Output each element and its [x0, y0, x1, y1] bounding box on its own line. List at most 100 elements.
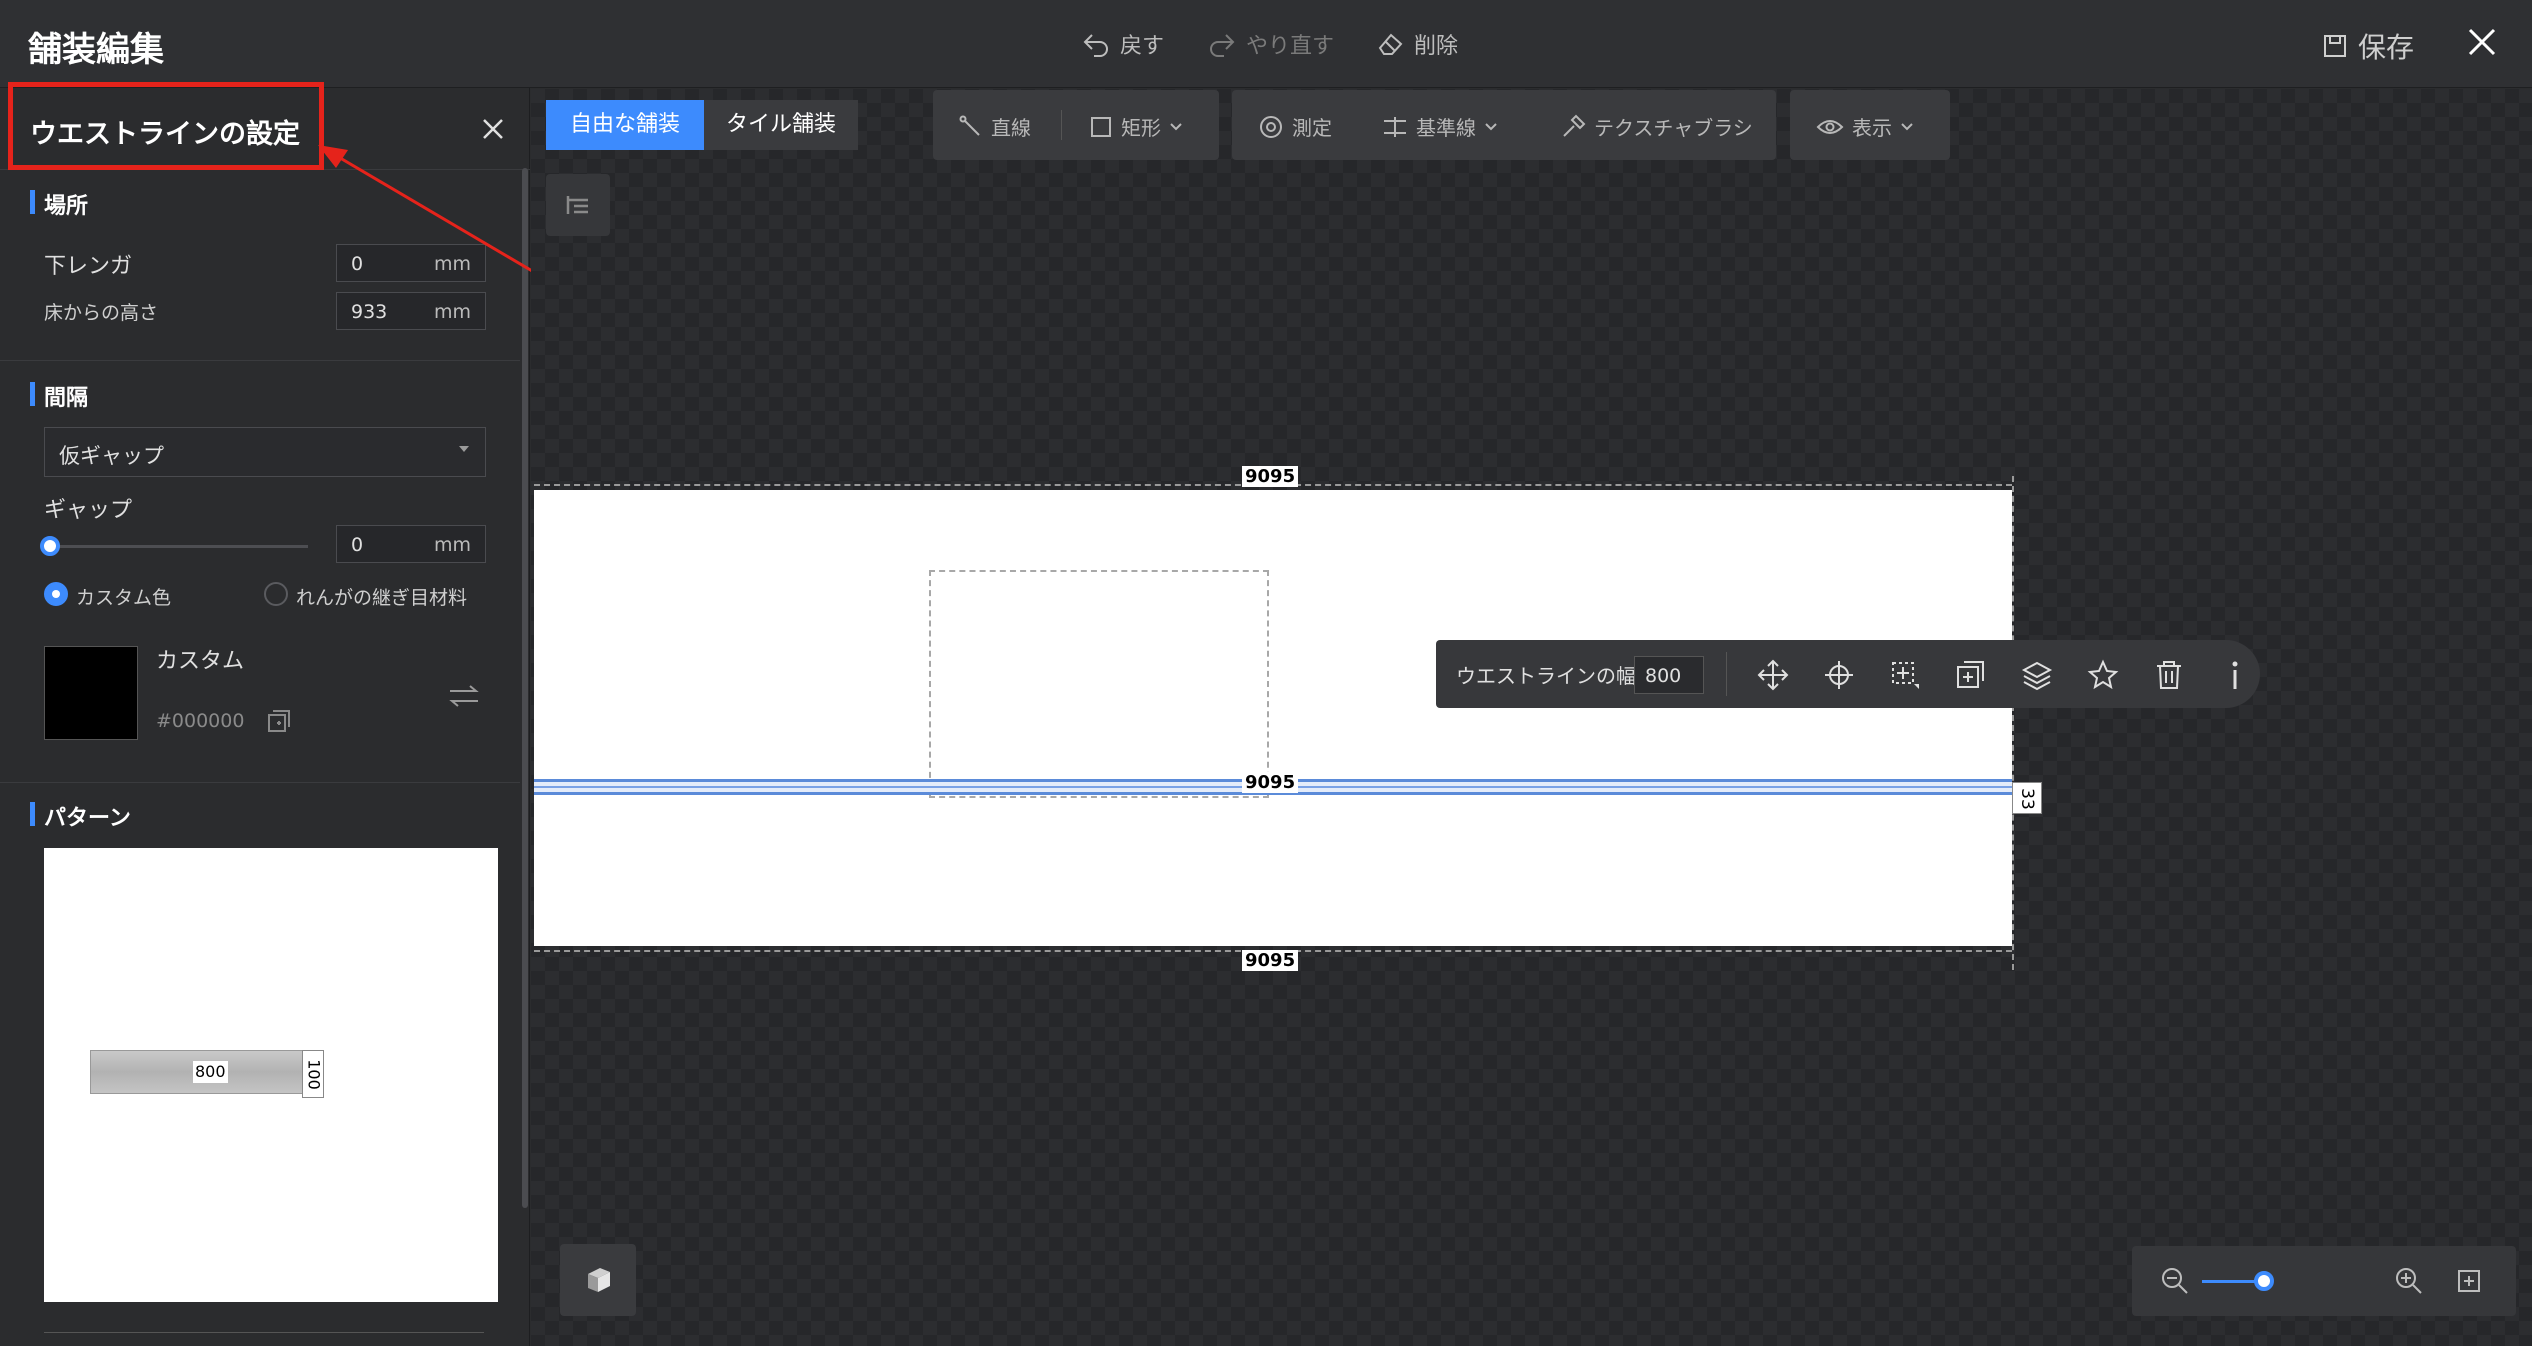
display-toggle[interactable]: 表示	[1816, 112, 1914, 141]
display-tool-group: 表示	[1790, 90, 1950, 160]
baseline-icon	[1384, 116, 1406, 137]
crosshair-icon[interactable]	[1822, 658, 1856, 692]
move-icon[interactable]	[1756, 658, 1790, 692]
texture-brush-label: テクスチャブラシ	[1594, 116, 1753, 140]
right-mid-label: 33	[2012, 782, 2042, 814]
waistline-width-input[interactable]: 800	[1634, 656, 1704, 694]
gap-slider-thumb[interactable]	[40, 536, 60, 556]
color-name: カスタム	[156, 649, 245, 674]
radio-custom-color[interactable]	[44, 582, 68, 606]
zoom-slider-track[interactable]	[2202, 1280, 2260, 1283]
brick-height-label: 100	[302, 1050, 324, 1098]
save-label: 保存	[2358, 31, 2415, 64]
rectangle-icon	[1091, 116, 1111, 137]
close-icon[interactable]	[2462, 22, 2502, 62]
selection-toolbar: ウエストラインの幅 800	[1436, 640, 2260, 708]
copy-icon[interactable]	[266, 708, 292, 734]
rect-tool[interactable]: 矩形	[1089, 112, 1183, 141]
select-area-icon[interactable]	[1888, 658, 1922, 692]
gap-type-select[interactable]: 仮ギャップ	[44, 427, 486, 477]
radio-joint-material[interactable]	[264, 582, 288, 606]
floor-height-label: 床からの高さ	[44, 302, 159, 324]
middle-width-label: 9095	[1242, 772, 1299, 793]
tab-free-paving[interactable]: 自由な舗装	[546, 100, 704, 150]
unit-label: mm	[433, 534, 471, 556]
rect-tool-label: 矩形	[1121, 116, 1161, 140]
gap-type-value: 仮ギャップ	[59, 444, 164, 468]
undo-button[interactable]: 戻す	[1082, 28, 1164, 60]
highlight-box	[8, 82, 324, 170]
zoom-in-icon[interactable]	[2394, 1266, 2424, 1296]
divider	[1726, 652, 1727, 696]
texture-brush-tool[interactable]: テクスチャブラシ	[1560, 112, 1753, 141]
swap-icon[interactable]	[448, 682, 480, 710]
wall-sheet[interactable]	[534, 490, 2012, 946]
pattern-section-title: パターン	[30, 800, 131, 832]
bottom-brick-label: 下レンガ	[44, 254, 133, 279]
gap-input[interactable]: 0 mm	[336, 525, 486, 563]
baseline-tool-label: 基準線	[1416, 116, 1476, 140]
brush-icon	[1563, 114, 1586, 137]
chevron-down-icon	[1901, 122, 1913, 130]
zoom-out-icon[interactable]	[2160, 1266, 2190, 1296]
line-tool[interactable]: 直線	[959, 112, 1031, 141]
eye-icon	[1816, 119, 1844, 134]
redo-label: やり直す	[1246, 34, 1335, 59]
gap-label: ギャップ	[44, 498, 133, 523]
chevron-down-icon	[1170, 122, 1182, 130]
panel-scrollbar[interactable]	[522, 168, 528, 1208]
measure-tool-label: 測定	[1292, 116, 1332, 140]
duplicate-icon[interactable]	[1954, 658, 1988, 692]
tab-tile-paving[interactable]: タイル舗装	[704, 100, 858, 150]
brick-preview: 800	[90, 1050, 314, 1094]
divider	[0, 360, 520, 361]
bottom-width-label: 9095	[1242, 950, 1299, 971]
layer-list-button[interactable]	[546, 174, 610, 236]
baseline-tool[interactable]: 基準線	[1382, 112, 1498, 141]
layers-icon[interactable]	[2020, 658, 2054, 692]
redo-button[interactable]: やり直す	[1208, 28, 1334, 60]
selection-rect[interactable]	[929, 570, 1269, 798]
divider	[44, 1332, 484, 1333]
dimension-line	[2012, 476, 2014, 970]
location-section-title: 場所	[30, 188, 88, 220]
line-icon	[959, 115, 980, 136]
top-width-label: 9095	[1242, 466, 1299, 487]
radio-joint-material-label: れんがの継ぎ目材料	[296, 587, 468, 609]
app-title: 舗装編集	[28, 30, 164, 70]
gap-slider-track[interactable]	[50, 545, 308, 548]
redo-icon	[1210, 34, 1235, 57]
color-swatch[interactable]	[44, 646, 138, 740]
zoom-control	[2132, 1246, 2516, 1316]
save-icon	[2324, 35, 2346, 57]
color-hex: #000000	[156, 710, 245, 732]
eraser-icon	[1378, 33, 1403, 55]
star-icon[interactable]	[2086, 658, 2120, 692]
line-tool-label: 直線	[991, 116, 1031, 140]
undo-icon	[1083, 34, 1108, 57]
tape-measure-icon	[1260, 115, 1282, 138]
trash-icon[interactable]	[2152, 658, 2186, 692]
spacing-section-title: 間隔	[30, 380, 88, 412]
3d-view-button[interactable]	[560, 1244, 636, 1316]
info-icon[interactable]	[2218, 658, 2252, 692]
chevron-down-icon	[459, 446, 469, 452]
gap-value: 0	[351, 534, 364, 556]
undo-label: 戻す	[1120, 34, 1165, 59]
list-icon	[566, 196, 588, 214]
delete-button[interactable]: 削除	[1376, 28, 1458, 60]
display-label: 表示	[1852, 116, 1892, 140]
measure-tool-group: 測定 基準線 テクスチャブラシ	[1232, 90, 1776, 160]
measure-tool[interactable]: 測定	[1258, 112, 1332, 141]
pattern-preview: 800 100	[44, 848, 498, 1302]
waistline-width-label: ウエストラインの幅	[1456, 664, 1636, 688]
top-bar: 舗装編集 戻す やり直す 削除 保存	[0, 0, 2532, 88]
divider	[1061, 110, 1062, 140]
brick-width-label: 800	[193, 1061, 228, 1083]
save-button[interactable]: 保存	[2322, 26, 2414, 66]
zoom-slider-thumb[interactable]	[2254, 1271, 2274, 1291]
radio-custom-color-label: カスタム色	[76, 587, 172, 609]
chevron-down-icon	[1485, 122, 1497, 130]
fit-view-icon[interactable]	[2454, 1266, 2484, 1296]
divider	[0, 782, 520, 783]
